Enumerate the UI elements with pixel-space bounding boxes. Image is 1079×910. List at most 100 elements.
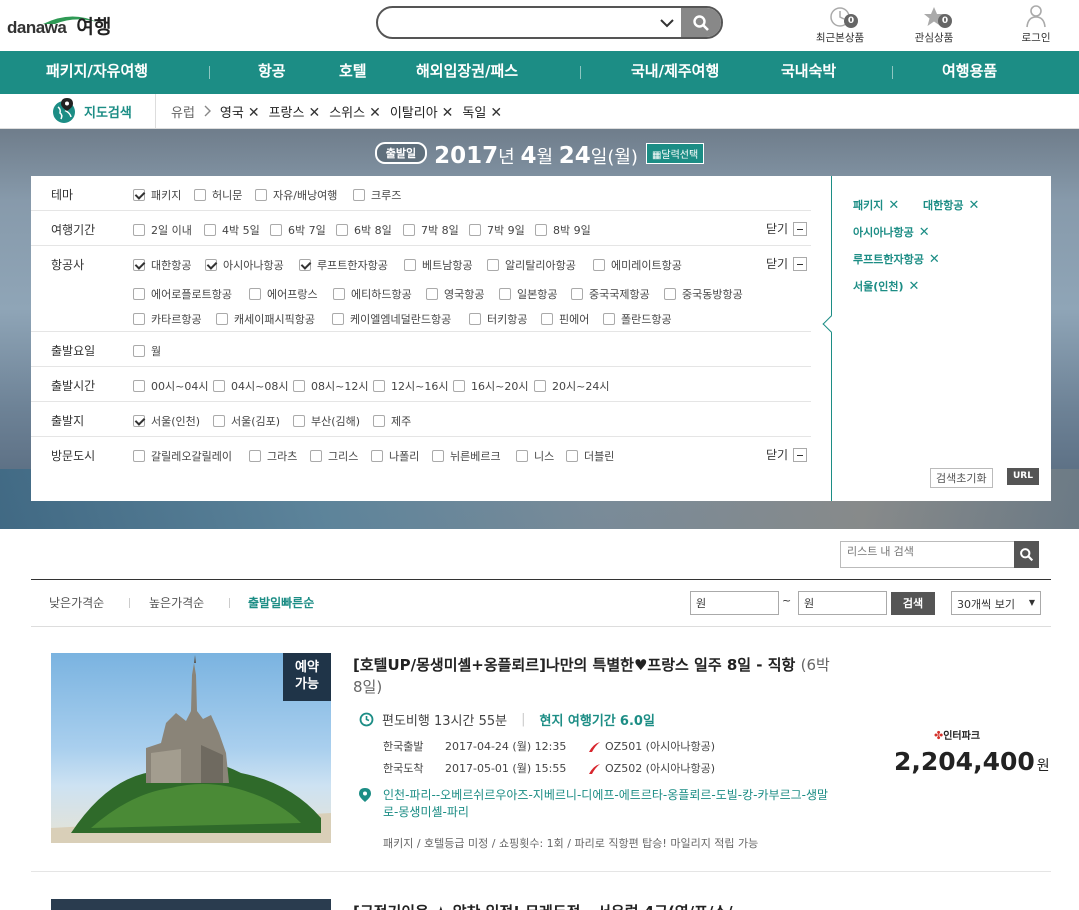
list-search-input[interactable] — [847, 546, 1007, 558]
checkbox[interactable] — [293, 380, 305, 392]
filter-option[interactable]: 6박 8일 — [336, 222, 392, 238]
remove-icon[interactable]: ✕ — [490, 105, 502, 121]
checkbox[interactable] — [204, 224, 216, 236]
filter-option[interactable]: 자유/배낭여행 — [255, 187, 337, 203]
price-min-input[interactable] — [690, 591, 779, 615]
checkbox[interactable] — [469, 313, 481, 325]
checkbox[interactable] — [133, 415, 145, 427]
filter-option[interactable]: 8박 9일 — [535, 222, 591, 238]
filter-option[interactable]: 허니문 — [194, 187, 242, 203]
remove-icon[interactable]: ✕ — [248, 105, 260, 121]
filter-option[interactable]: 에어로플로트항공 — [133, 286, 232, 302]
product-title[interactable]: [호텔UP/몽생미셸+옹플뢰르]나만의 특별한♥프랑스 일주 8일 - 직항 (… — [353, 654, 833, 698]
filter-option[interactable]: 에어프랑스 — [249, 286, 318, 302]
danawa-travel-logo[interactable]: danawa 여행 — [7, 10, 111, 40]
checkbox[interactable] — [487, 259, 499, 271]
filter-option[interactable]: 부산(김해) — [293, 413, 360, 429]
checkbox[interactable] — [593, 259, 605, 271]
checkbox[interactable] — [194, 189, 206, 201]
filter-option[interactable]: 04시~08시 — [213, 378, 288, 394]
sort-price-low[interactable]: 낮은가격순 — [49, 594, 104, 611]
filter-option[interactable]: 크루즈 — [353, 187, 401, 203]
filter-option[interactable]: 대한항공 — [133, 257, 191, 273]
checkbox[interactable] — [310, 450, 322, 462]
checkbox[interactable] — [373, 380, 385, 392]
filter-option[interactable]: 폴란드항공 — [603, 311, 672, 327]
filter-option[interactable]: 그라츠 — [249, 448, 297, 464]
checkbox[interactable] — [541, 313, 553, 325]
checkbox[interactable] — [133, 288, 145, 300]
remove-icon[interactable]: ✕ — [888, 198, 899, 213]
checkbox[interactable] — [534, 380, 546, 392]
remove-icon[interactable]: ✕ — [968, 198, 979, 213]
filter-option[interactable]: 7박 8일 — [403, 222, 459, 238]
search-input[interactable] — [390, 12, 650, 34]
filter-option[interactable]: 나폴리 — [371, 448, 419, 464]
filter-option[interactable]: 중국동방항공 — [664, 286, 743, 302]
filter-option[interactable]: 월 — [133, 343, 161, 359]
product-title[interactable]: [국적기이용 ★ 알찬 일정! 뮤레두정 - 서유럽 4국(영/프/스/ — [353, 900, 733, 910]
nav-flight[interactable]: 항공 — [258, 51, 286, 94]
filter-option[interactable]: 터키항공 — [469, 311, 527, 327]
filter-option[interactable]: 16시~20시 — [453, 378, 528, 394]
checkbox[interactable] — [353, 189, 365, 201]
checkbox[interactable] — [432, 450, 444, 462]
checkbox[interactable] — [205, 259, 217, 271]
checkbox[interactable] — [133, 345, 145, 357]
nav-tickets[interactable]: 해외입장권/패스 — [416, 51, 518, 94]
login-link[interactable]: 로그인 — [1006, 4, 1066, 45]
checkbox[interactable] — [516, 450, 528, 462]
filter-option[interactable]: 그리스 — [310, 448, 358, 464]
filter-option[interactable]: 에티하드항공 — [333, 286, 412, 302]
checkbox[interactable] — [133, 259, 145, 271]
filter-option[interactable]: 케이엘엠네덜란드항공 — [332, 311, 451, 327]
checkbox[interactable] — [332, 313, 344, 325]
checkbox[interactable] — [299, 259, 311, 271]
filter-option[interactable]: 캐세이패시픽항공 — [216, 311, 315, 327]
filter-option[interactable]: 베트남항공 — [404, 257, 473, 273]
filter-option[interactable]: 00시~04시 — [133, 378, 208, 394]
calendar-button[interactable]: ▦달력선택 — [645, 142, 705, 164]
checkbox[interactable] — [336, 224, 348, 236]
filter-option[interactable]: 뉘른베르크 — [432, 448, 501, 464]
price-max-input[interactable] — [798, 591, 887, 615]
remove-icon[interactable]: ✕ — [909, 279, 920, 294]
checkbox[interactable] — [249, 450, 261, 462]
filter-option[interactable]: 갈릴레오갈릴레이 — [133, 448, 232, 464]
filter-option[interactable]: 7박 9일 — [469, 222, 525, 238]
crumb-region[interactable]: 유럽 — [171, 102, 195, 121]
checkbox[interactable] — [571, 288, 583, 300]
checkbox[interactable] — [249, 288, 261, 300]
favorite-products[interactable]: 0 관심상품 — [904, 4, 964, 45]
remove-icon[interactable]: ✕ — [929, 252, 940, 267]
recent-products[interactable]: 0 최근본상품 — [810, 4, 870, 45]
filter-option[interactable]: 핀에어 — [541, 311, 589, 327]
checkbox[interactable] — [133, 224, 145, 236]
filter-option[interactable]: 12시~16시 — [373, 378, 448, 394]
url-button[interactable]: URL — [1007, 468, 1039, 485]
filter-option[interactable]: 20시~24시 — [534, 378, 609, 394]
search-button[interactable] — [681, 8, 721, 37]
filter-option[interactable]: 일본항공 — [499, 286, 557, 302]
filter-option[interactable]: 서울(김포) — [213, 413, 280, 429]
nav-travel-goods[interactable]: 여행용품 — [942, 51, 997, 94]
filter-option[interactable]: 영국항공 — [426, 286, 484, 302]
filter-option[interactable]: 2일 이내 — [133, 222, 192, 238]
remove-icon[interactable]: ✕ — [442, 105, 454, 121]
checkbox[interactable] — [255, 189, 267, 201]
checkbox[interactable] — [426, 288, 438, 300]
remove-icon[interactable]: ✕ — [919, 225, 930, 240]
filter-option[interactable]: 08시~12시 — [293, 378, 368, 394]
filter-option[interactable]: 루프트한자항공 — [299, 257, 388, 273]
checkbox[interactable] — [373, 415, 385, 427]
filter-option[interactable]: 알리탈리아항공 — [487, 257, 576, 273]
reset-search-button[interactable]: 검색초기화 — [930, 468, 993, 488]
filter-option[interactable]: 아시아나항공 — [205, 257, 284, 273]
list-search-button[interactable] — [1014, 541, 1039, 568]
checkbox[interactable] — [133, 450, 145, 462]
checkbox[interactable] — [469, 224, 481, 236]
product-thumbnail[interactable] — [51, 899, 331, 910]
filter-option[interactable]: 서울(인천) — [133, 413, 200, 429]
filter-option[interactable]: 패키지 — [133, 187, 181, 203]
checkbox[interactable] — [213, 415, 225, 427]
